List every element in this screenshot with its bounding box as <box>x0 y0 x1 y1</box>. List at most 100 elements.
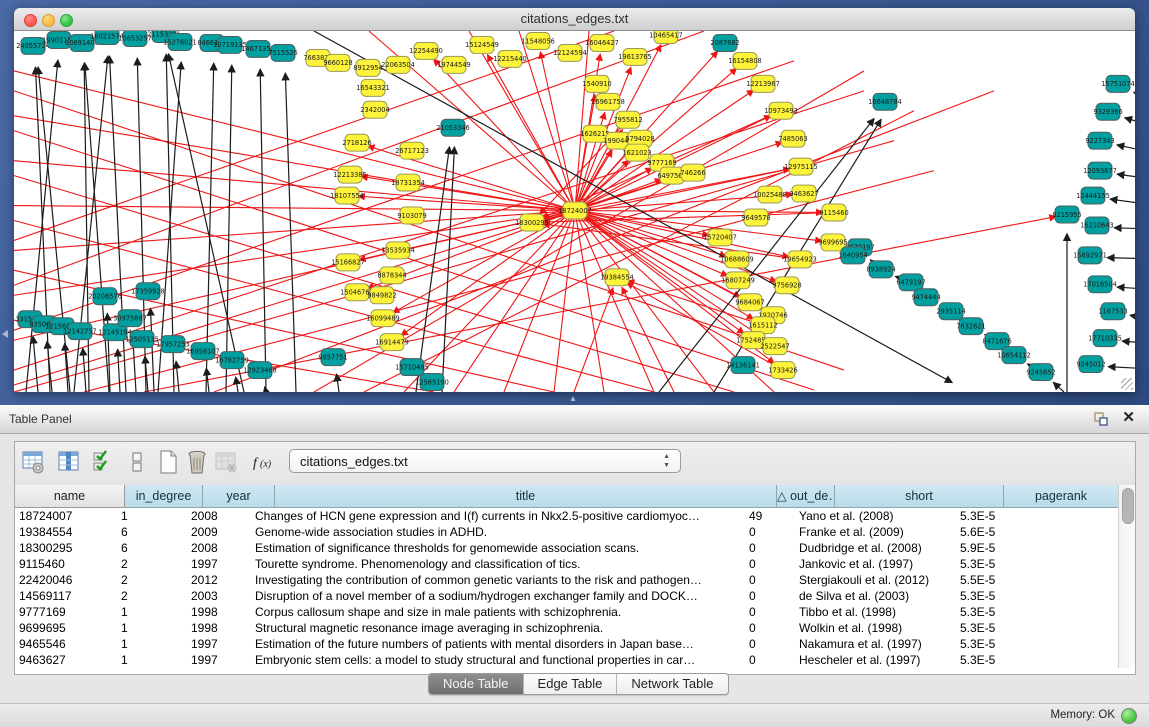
graph-node[interactable]: 16046427 <box>585 34 619 51</box>
graph-edge[interactable] <box>575 211 604 392</box>
function-builder-icon[interactable]: f(x) <box>251 449 275 475</box>
graph-node[interactable]: 18300295 <box>515 214 549 231</box>
graph-node[interactable]: 9245652 <box>1026 364 1055 381</box>
graph-edge[interactable] <box>14 206 575 211</box>
graph-node[interactable]: 14136141 <box>726 357 760 374</box>
table-cell[interactable]: Genome-wide association studies in ADHD. <box>251 524 745 540</box>
graph-node[interactable]: 16648784 <box>868 93 902 110</box>
close-panel-icon[interactable]: ✕ <box>1122 410 1135 426</box>
graph-edge[interactable] <box>1125 118 1135 121</box>
graph-node[interactable]: 12142757 <box>63 323 97 340</box>
table-cell[interactable]: 1997 <box>187 636 251 652</box>
column-header-name[interactable]: name <box>15 485 125 508</box>
graph-edge[interactable] <box>575 211 823 213</box>
table-cell[interactable]: Investigating the contribution of common… <box>251 572 745 588</box>
graph-node[interactable]: 12213385 <box>333 166 367 183</box>
table-cell[interactable]: 0 <box>745 604 795 620</box>
graph-edge[interactable] <box>1134 92 1135 93</box>
graph-edge[interactable] <box>74 56 108 392</box>
splitter-handle[interactable]: ▴ <box>566 394 580 402</box>
graph-node[interactable]: 9684067 <box>735 294 764 311</box>
scrollbar-thumb[interactable] <box>1122 488 1134 524</box>
graph-node[interactable]: 2935114 <box>936 303 965 320</box>
graph-node[interactable]: 12505135 <box>125 331 159 348</box>
graph-node[interactable]: 20206576 <box>88 288 122 305</box>
graph-node[interactable]: 9649578 <box>741 209 770 226</box>
graph-node[interactable]: 7955812 <box>613 111 642 128</box>
table-cell[interactable]: 5.5E-5 <box>956 572 1063 588</box>
graph-node[interactable]: 8878344 <box>377 267 406 284</box>
table-cell[interactable]: 2003 <box>187 588 251 604</box>
graph-node[interactable]: 17359928 <box>131 283 165 300</box>
table-cell[interactable]: 2 <box>117 588 187 604</box>
graph-node[interactable]: 7632621 <box>956 318 985 335</box>
graph-node[interactable]: 17957253 <box>156 336 190 353</box>
column-header-year[interactable]: year <box>203 485 275 508</box>
table-cell[interactable]: 6 <box>117 540 187 556</box>
table-cell[interactable]: 9777169 <box>15 604 117 620</box>
table-cell[interactable]: 5.3E-5 <box>956 508 1063 524</box>
table-chooser-dropdown[interactable]: citations_edges.txt ▲▼ <box>289 449 681 473</box>
table-cell[interactable]: 1998 <box>187 604 251 620</box>
table-cell[interactable]: Tibbo et al. (1998) <box>795 604 956 620</box>
table-cell[interactable]: 2 <box>117 572 187 588</box>
graph-node[interactable]: 19613765 <box>618 48 652 65</box>
graph-node[interactable]: 11548056 <box>521 32 555 49</box>
graph-node[interactable]: 7515526 <box>268 44 297 61</box>
table-cell[interactable]: 9699695 <box>15 620 117 636</box>
table-cell[interactable]: 9465546 <box>15 636 117 652</box>
table-cell[interactable]: de Silva et al. (2003) <box>795 588 956 604</box>
graph-node[interactable]: 8215955 <box>1052 206 1081 223</box>
tab-network-table[interactable]: Network Table <box>617 674 727 694</box>
table-cell[interactable]: 49 <box>745 508 795 524</box>
graph-edge[interactable] <box>226 65 232 392</box>
table-cell[interactable]: 0 <box>745 540 795 556</box>
show-columns-icon[interactable] <box>57 449 81 475</box>
window-resize-grip[interactable] <box>1121 378 1133 390</box>
table-cell[interactable]: 0 <box>745 524 795 540</box>
column-header-in_degree[interactable]: in_degree <box>125 485 203 508</box>
table-cell[interactable]: 18724007 <box>15 508 117 524</box>
table-cell[interactable]: Nakamura et al. (1997) <box>795 636 956 652</box>
graph-node[interactable]: 19744549 <box>437 56 471 73</box>
graph-node[interactable]: 2342004 <box>360 101 389 118</box>
graph-node[interactable]: 12124594 <box>553 44 587 61</box>
table-cell[interactable]: 1 <box>117 508 187 524</box>
delete-table-icon[interactable] <box>185 449 209 475</box>
graph-node[interactable]: 9245012 <box>1076 356 1105 373</box>
graph-node[interactable]: 2522547 <box>760 338 789 355</box>
table-row[interactable]: 911546021997Tourette syndrome. Phenomeno… <box>15 556 1119 572</box>
graph-node[interactable]: 2718126 <box>342 134 371 151</box>
graph-edge[interactable] <box>1117 174 1135 176</box>
graph-node[interactable]: 18731354 <box>391 174 425 191</box>
table-cell[interactable]: Yano et al. (2008) <box>795 508 956 524</box>
table-row[interactable]: 1938455462009Genome-wide association stu… <box>15 524 1119 540</box>
graph-node[interactable]: 19384554 <box>600 269 634 286</box>
graph-node[interactable]: 15692971 <box>1073 247 1107 264</box>
table-cell[interactable]: Disruption of a novel member of a sodium… <box>251 588 745 604</box>
table-settings-icon[interactable] <box>21 449 45 475</box>
graph-node[interactable]: 12923468 <box>243 362 277 379</box>
float-panel-icon[interactable] <box>1093 411 1109 427</box>
table-row[interactable]: 1830029562008Estimation of significance … <box>15 540 1119 556</box>
table-cell[interactable]: 0 <box>745 556 795 572</box>
table-cell[interactable]: 5.3E-5 <box>956 620 1063 636</box>
graph-node[interactable]: 10688609 <box>720 251 754 268</box>
graph-edge[interactable] <box>1110 199 1135 202</box>
table-cell[interactable]: 5.6E-5 <box>956 524 1063 540</box>
table-row[interactable]: 946554611997Estimation of the future num… <box>15 636 1119 652</box>
graph-node[interactable]: 1540910 <box>582 75 611 92</box>
graph-node[interactable]: 2087682 <box>710 34 739 51</box>
graph-node[interactable]: 10465417 <box>649 31 683 43</box>
table-cell[interactable]: Structural magnetic resonance image aver… <box>251 620 745 636</box>
graph-node[interactable]: 16099489 <box>366 310 400 327</box>
graph-node[interactable]: 13535934 <box>381 242 415 259</box>
graph-node[interactable]: 10654112 <box>997 347 1031 364</box>
graph-node[interactable]: 17710335 <box>1088 330 1122 347</box>
table-cell[interactable]: 0 <box>745 588 795 604</box>
desktop-scroll-left-icon[interactable] <box>2 330 8 338</box>
table-cell[interactable]: Wolkin et al. (1998) <box>795 620 956 636</box>
network-window-titlebar[interactable]: citations_edges.txt <box>14 8 1135 31</box>
graph-edge[interactable] <box>1053 382 1064 392</box>
graph-edge[interactable] <box>1122 341 1135 342</box>
